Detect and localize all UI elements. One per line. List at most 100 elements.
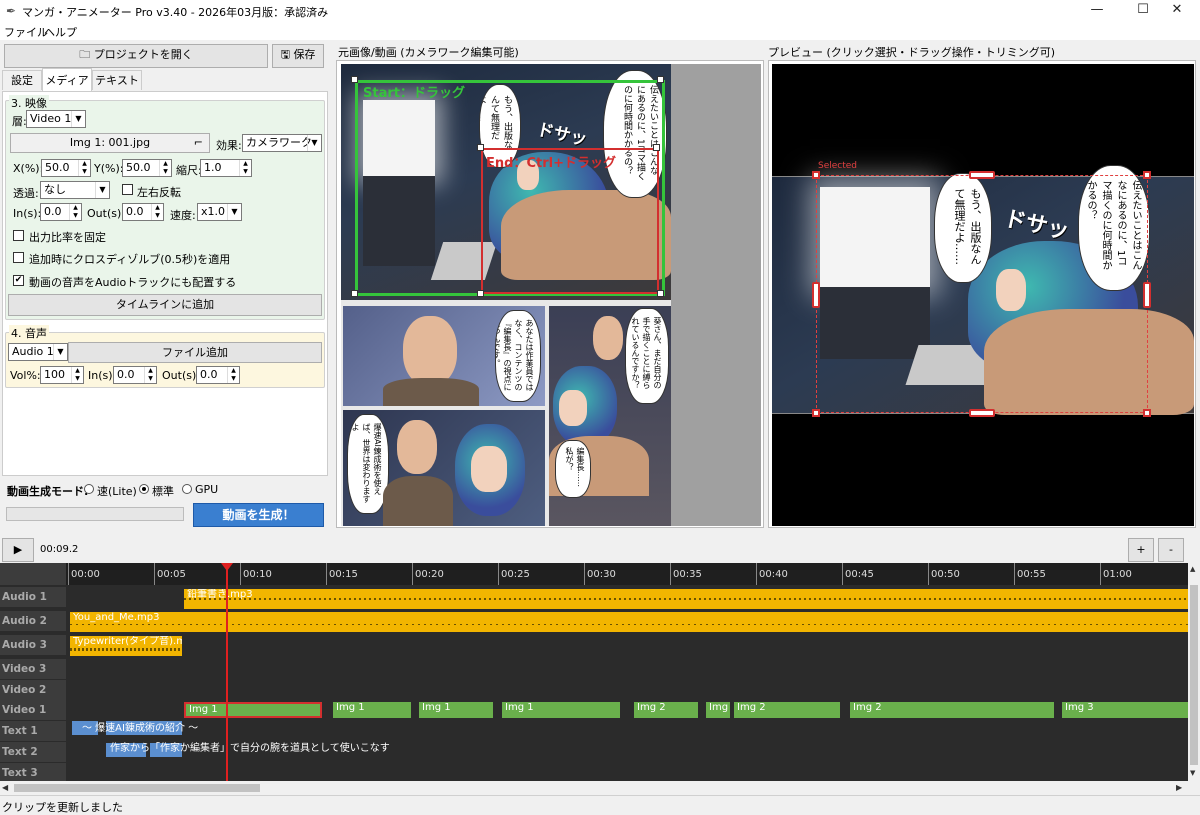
play-button[interactable]: ▶ xyxy=(2,538,34,562)
speech-bubble-6: 編集長……私が？ xyxy=(555,440,591,498)
mode-standard-radio[interactable] xyxy=(139,484,149,494)
timeline-hscrollbar[interactable]: ◀ ▶ xyxy=(0,781,1200,795)
crop-handle-right[interactable] xyxy=(1143,282,1151,308)
crossfade-checkbox[interactable] xyxy=(13,252,24,263)
handle-tr[interactable] xyxy=(657,76,664,83)
video-clip[interactable]: Img 3 xyxy=(1062,702,1188,718)
vol-input[interactable]: 100 ▲ ▼ xyxy=(40,366,84,384)
scroll-up-icon[interactable]: ▲ xyxy=(1190,565,1195,573)
y-input[interactable]: 50.0 ▲ ▼ xyxy=(122,159,172,177)
tab-media[interactable]: メディア xyxy=(42,68,92,92)
audio-in-input[interactable]: 0.0 ▲ ▼ xyxy=(113,366,157,384)
audio-track-select[interactable]: Audio 1 ▼ xyxy=(8,343,68,361)
selected-label: Selected xyxy=(818,161,858,171)
scroll-down-icon[interactable]: ▼ xyxy=(1190,769,1195,777)
image-select-button[interactable]: Img 1: 001.jpg ⌐ xyxy=(10,133,210,153)
resize-handle-br[interactable] xyxy=(1143,409,1151,417)
out-input[interactable]: 0.0 ▲ ▼ xyxy=(122,203,164,221)
tick: 00:25 xyxy=(498,563,530,585)
tab-settings[interactable]: 設定 xyxy=(2,70,42,90)
flip-checkbox[interactable] xyxy=(122,184,133,195)
resize-handle-tr[interactable] xyxy=(1143,171,1151,179)
video-clip-selected[interactable]: Img 1 xyxy=(184,702,322,718)
video-clip[interactable]: Img 1 xyxy=(333,702,411,718)
video-clip[interactable]: Img 1 xyxy=(502,702,620,718)
source-canvas[interactable]: もう、出版なんて無理だよ…… 伝えたいことはこんなにあるのに、1コマ描くのに何時… xyxy=(336,60,764,528)
crop-handle-top[interactable] xyxy=(969,171,995,179)
tick: 00:55 xyxy=(1014,563,1046,585)
video-clip[interactable]: Img 2 xyxy=(706,702,730,718)
audio3-clip[interactable]: Typewriter(タイプ音).mp3 xyxy=(70,636,182,656)
tick: 00:50 xyxy=(928,563,960,585)
timeline-vscrollbar[interactable]: ▲ ▼ xyxy=(1188,563,1200,781)
effect-select[interactable]: カメラワーク ▼ xyxy=(242,134,322,152)
handle-bl[interactable] xyxy=(351,290,358,297)
timeline[interactable]: 00:00 00:05 00:10 00:15 00:20 00:25 00:3… xyxy=(0,563,1200,795)
crop-handle-left[interactable] xyxy=(812,282,820,308)
audio-out-input[interactable]: 0.0 ▲ ▼ xyxy=(196,366,240,384)
playhead-marker-icon[interactable] xyxy=(221,563,233,571)
camera-end-label: End：Ctrl+ドラッグ xyxy=(486,156,616,171)
waveform xyxy=(70,624,1188,625)
handle-br[interactable] xyxy=(657,290,664,297)
tick: 00:45 xyxy=(842,563,874,585)
speed-label: 速度: xyxy=(170,209,196,222)
add-to-timeline-button[interactable]: タイムラインに追加 xyxy=(8,294,322,316)
playhead[interactable] xyxy=(226,563,228,781)
x-input[interactable]: 50.0 ▲ ▼ xyxy=(41,159,91,177)
track-text-2: Text 2 xyxy=(0,742,66,762)
out-label: Out(s): xyxy=(87,207,125,220)
audio-track-label: 動画の音声をAudioトラックにも配置する xyxy=(29,276,237,289)
menu-file[interactable]: ファイル xyxy=(4,24,48,40)
transparency-select[interactable]: なし ▼ xyxy=(40,181,110,199)
scale-input[interactable]: 1.0 ▲ ▼ xyxy=(200,159,252,177)
handle-end-bl[interactable] xyxy=(477,290,484,297)
zoom-in-button[interactable]: + xyxy=(1128,538,1154,562)
preview-canvas[interactable]: もう、出版なんて無理だよ…… 伝えたいことはこんなにあるのに、1コマ描くのに何時… xyxy=(772,64,1194,526)
in-input[interactable]: 0.0 ▲ ▼ xyxy=(40,203,82,221)
track-video-3: Video 3 xyxy=(0,659,66,679)
audio-track-checkbox[interactable]: ✔ xyxy=(13,275,24,286)
mode-lite-radio[interactable] xyxy=(84,484,94,494)
scroll-thumb[interactable] xyxy=(1190,585,1198,765)
save-button[interactable]: 🖫 保存 xyxy=(272,44,324,68)
source-panel-title: 元画像/動画 (カメラワーク編集可能) xyxy=(338,46,519,59)
resize-handle-tl[interactable] xyxy=(812,171,820,179)
mode-gpu-radio[interactable] xyxy=(182,484,192,494)
spinner-icon: ▲ ▼ xyxy=(71,367,83,383)
video-clip[interactable]: Img 2 xyxy=(634,702,698,718)
handle-end-tr[interactable] xyxy=(653,144,660,151)
menu-help[interactable]: ヘルプ xyxy=(44,24,77,40)
selection-box[interactable] xyxy=(816,175,1148,413)
minimize-button[interactable]: — xyxy=(1074,0,1120,22)
video-clip[interactable]: Img 1 xyxy=(419,702,493,718)
generate-video-button[interactable]: 動画を生成！ xyxy=(193,503,324,527)
video-clip[interactable]: Img 2 xyxy=(850,702,1054,718)
time-ruler[interactable]: 00:00 00:05 00:10 00:15 00:20 00:25 00:3… xyxy=(66,563,1188,585)
close-button[interactable]: ✕ xyxy=(1154,0,1200,22)
scroll-right-icon[interactable]: ▶ xyxy=(1176,783,1182,792)
handle-end-tl[interactable] xyxy=(477,144,484,151)
speed-select[interactable]: x1.0 ▼ xyxy=(197,203,242,221)
tick: 00:20 xyxy=(412,563,444,585)
editor-face-small xyxy=(593,316,623,360)
resize-handle-bl[interactable] xyxy=(812,409,820,417)
spinner-icon: ▲ ▼ xyxy=(239,160,251,176)
audio1-clip[interactable]: 鉛筆書き.mp3 xyxy=(184,589,1188,609)
zoom-out-button[interactable]: - xyxy=(1158,538,1184,562)
layer-select[interactable]: Video 1 ▼ xyxy=(26,110,86,128)
crop-handle-bottom[interactable] xyxy=(969,409,995,417)
video-clip[interactable]: Img 2 xyxy=(734,702,840,718)
audio-group-title: 4. 音声 xyxy=(9,325,49,341)
fixed-ratio-checkbox[interactable] xyxy=(13,230,24,241)
audio2-clip[interactable]: You_and_Me.mp3 xyxy=(70,612,1188,632)
hscroll-thumb[interactable] xyxy=(14,784,260,792)
open-project-button[interactable]: 🗀 プロジェクトを開く xyxy=(4,44,268,68)
scroll-left-icon[interactable]: ◀ xyxy=(2,783,8,792)
fixed-ratio-label: 出力比率を固定 xyxy=(29,231,106,244)
add-audio-file-button[interactable]: ファイル追加 xyxy=(68,342,322,363)
tick: 00:40 xyxy=(756,563,788,585)
tab-text[interactable]: テキスト xyxy=(92,70,142,90)
handle-tl[interactable] xyxy=(351,76,358,83)
tick: 00:00 xyxy=(68,563,100,585)
